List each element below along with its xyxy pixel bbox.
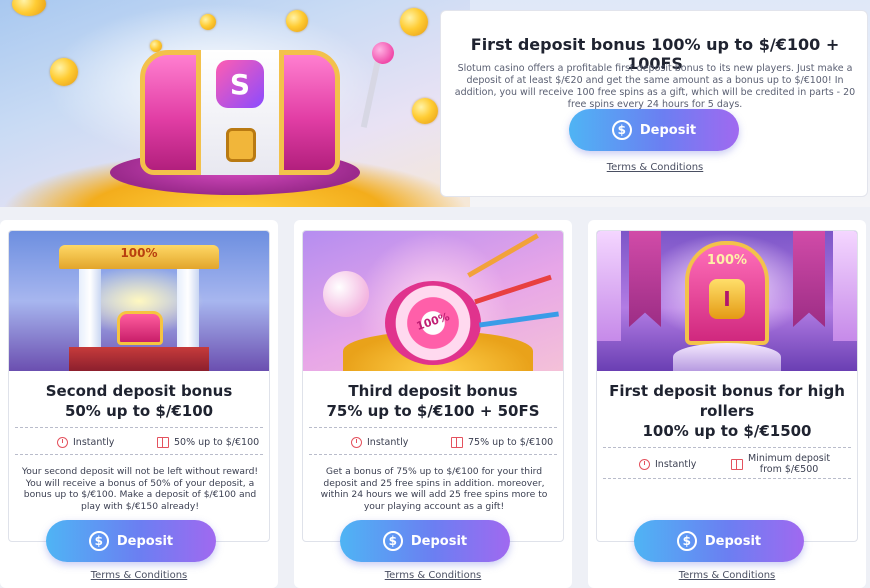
second-deposit-description: Your second deposit will not be left wit… (21, 466, 259, 512)
high-rollers-title-line2: rollers (699, 402, 755, 420)
hero-illustration-treasure-chest: S (0, 0, 470, 207)
dart-decoration (474, 274, 552, 305)
third-deposit-illustration: 100% (303, 231, 563, 371)
hero-bonus-description: Slotum casino offers a profitable first … (454, 63, 856, 110)
dollar-coin-icon: $ (382, 531, 403, 551)
coin-decoration (200, 14, 216, 30)
third-deposit-button[interactable]: $ Deposit (340, 520, 510, 562)
bonus-label-line1: Minimum deposit (748, 453, 831, 464)
bonus-info: 50% up to $/€100 (157, 428, 259, 456)
red-carpet-decoration (69, 347, 209, 371)
timing-info: Instantly (351, 428, 408, 456)
pillar-left-decoration (79, 269, 101, 347)
clock-icon (639, 458, 650, 470)
slotum-logo-icon: S (216, 60, 264, 108)
third-deposit-meta: Instantly 75% up to $/€100 (309, 427, 557, 455)
bonus-info: Minimum deposit from $/€500 (731, 448, 830, 480)
banner-right-decoration (833, 231, 857, 341)
third-deposit-terms-link[interactable]: Terms & Conditions (294, 570, 572, 581)
pedestal-decoration (673, 343, 781, 371)
bonus-card-third-deposit: 100% Third deposit bonus 75% up to $/€10… (294, 220, 572, 588)
art-100-percent-label: 100% (120, 246, 158, 260)
hero-bonus-card: First deposit bonus 100% up to $/€100 + … (440, 10, 868, 197)
bonus-card-high-rollers: 100% I First deposit bonus for high roll… (588, 220, 866, 588)
clock-icon (351, 436, 362, 448)
second-deposit-meta: Instantly 50% up to $/€100 (15, 427, 263, 455)
lever-decoration (360, 58, 382, 128)
timing-info: Instantly (639, 448, 696, 480)
second-deposit-title-line2: 50% up to $/€100 (64, 402, 214, 420)
coin-decoration (412, 98, 438, 124)
third-deposit-title-line1: Third deposit bonus (348, 382, 518, 400)
bingo-ball-decoration (323, 271, 369, 317)
bonus-label: Minimum deposit from $/€500 (748, 453, 830, 475)
second-deposit-title-line1: Second deposit bonus (45, 382, 233, 400)
bonus-card-body: 100% Second deposit bonus 50% up to $/€1… (8, 230, 270, 542)
coin-decoration (400, 8, 428, 36)
hero-terms-link[interactable]: Terms & Conditions (441, 162, 869, 173)
bonus-info: 75% up to $/€100 (451, 428, 553, 456)
third-deposit-description: Get a bonus of 75% up to $/€100 for your… (320, 466, 548, 512)
treasure-chest-decoration (117, 311, 163, 345)
high-rollers-deposit-button[interactable]: $ Deposit (634, 520, 804, 562)
coin-decoration (286, 10, 308, 32)
high-rollers-title-line3: 100% up to $/€1500 (642, 422, 812, 440)
high-rollers-meta: Instantly Minimum deposit from $/€500 (603, 447, 851, 479)
dollar-coin-icon: $ (88, 531, 109, 551)
timing-label: Instantly (655, 458, 697, 470)
dart-decoration (467, 233, 539, 278)
gift-icon (731, 458, 743, 470)
banner-right-decoration (793, 231, 825, 327)
third-deposit-title-line2: 75% up to $/€100 + 50FS (326, 402, 540, 420)
throne-emblem-icon: I (709, 279, 745, 319)
hero-deposit-button[interactable]: $ Deposit (569, 109, 739, 151)
art-100-percent-label: 100% (706, 253, 748, 268)
gift-icon (157, 436, 169, 448)
banner-left-decoration (597, 231, 621, 341)
high-rollers-illustration: 100% I (597, 231, 857, 371)
bonus-label: 50% up to $/€100 (174, 436, 260, 448)
deposit-button-label: Deposit (410, 533, 468, 549)
hero-banner: S First deposit bonus 100% up to $/€100 … (0, 0, 870, 207)
deposit-button-label: Deposit (704, 533, 762, 549)
bonus-card-body: 100% I First deposit bonus for high roll… (596, 230, 858, 542)
deposit-button-label: Deposit (116, 533, 174, 549)
bonus-card-second-deposit: 100% Second deposit bonus 50% up to $/€1… (0, 220, 278, 588)
dollar-coin-icon: $ (611, 120, 632, 140)
pillar-right-decoration (177, 269, 199, 347)
timing-info: Instantly (57, 428, 114, 456)
timing-label: Instantly (73, 436, 115, 448)
deposit-button-label: Deposit (639, 122, 697, 138)
second-deposit-button[interactable]: $ Deposit (46, 520, 216, 562)
bonus-label: 75% up to $/€100 (468, 436, 554, 448)
high-rollers-title-line1: First deposit bonus for high (609, 382, 845, 400)
coin-decoration (50, 58, 78, 86)
clock-icon (57, 436, 68, 448)
high-rollers-terms-link[interactable]: Terms & Conditions (588, 570, 866, 581)
lever-ball-decoration (372, 42, 394, 64)
timing-label: Instantly (367, 436, 409, 448)
dart-decoration (479, 311, 559, 328)
second-deposit-terms-link[interactable]: Terms & Conditions (0, 570, 278, 581)
coin-decoration (12, 0, 46, 16)
chest-lock-icon (226, 128, 256, 162)
gift-icon (451, 436, 463, 448)
bonus-card-body: 100% Third deposit bonus 75% up to $/€10… (302, 230, 564, 542)
dollar-coin-icon: $ (676, 531, 697, 551)
banner-left-decoration (629, 231, 661, 327)
second-deposit-illustration: 100% (9, 231, 269, 371)
bonus-label-line2: from $/€500 (759, 464, 819, 475)
